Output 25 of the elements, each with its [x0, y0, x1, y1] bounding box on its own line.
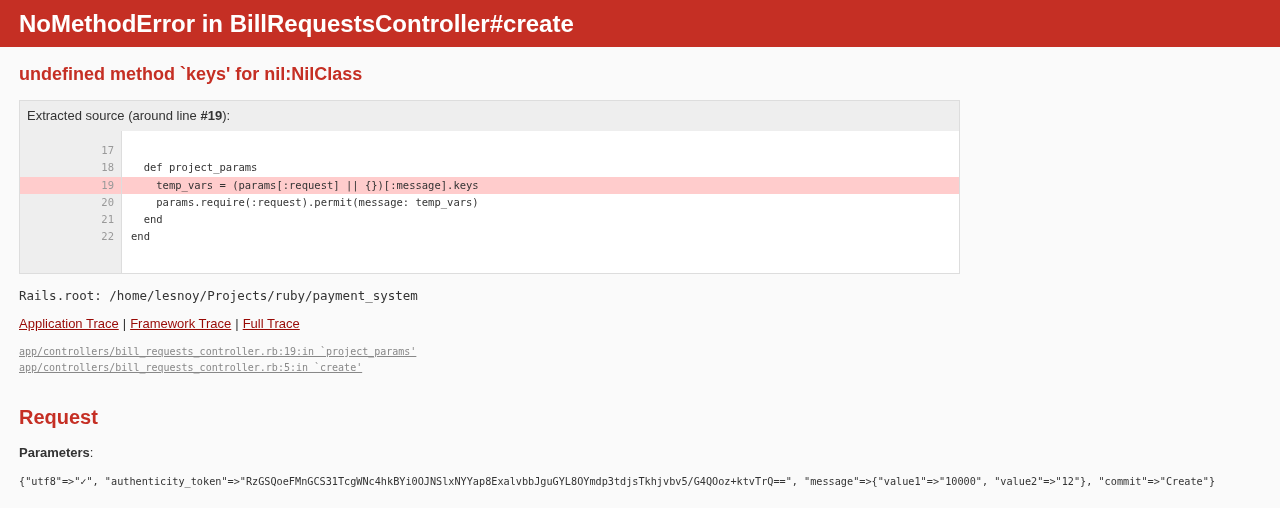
code-line: params.require(:request).permit(message: temp_vars) — [155, 194, 480, 211]
code-line: end — [130, 229, 151, 245]
error-message: undefined method `keys' for nil:NilClass — [19, 64, 364, 85]
trace-link[interactable]: Full Trace — [242, 316, 300, 331]
link-separator: | — [122, 316, 127, 331]
line-number: 17 — [100, 143, 115, 158]
error-title: NoMethodError in BillRequestsController#create — [19, 9, 574, 38]
code-line: end — [142, 212, 164, 228]
trace-link[interactable]: Application Trace — [19, 316, 119, 331]
label-colon: : — [89, 445, 94, 460]
rails-root-path: Rails.root: /home/lesnoy/Projects/ruby/payment_system — [19, 288, 419, 303]
line-number: 22 — [100, 229, 115, 245]
line-number: 19 — [20, 176, 121, 194]
trace-line-link[interactable]: app/controllers/bill_requests_controller.rb:5:in `create' — [19, 360, 363, 376]
link-separator: | — [235, 316, 239, 331]
line-number: 18 — [100, 160, 115, 176]
code-line: def project_params — [142, 160, 259, 176]
trace-link[interactable]: Framework Trace — [130, 316, 232, 331]
trace-line-link[interactable]: app/controllers/bill_requests_controller.rb:19:in `project_params' — [19, 344, 417, 360]
parameters-label: Parameters — [19, 445, 90, 460]
request-heading: Request — [19, 406, 99, 429]
line-number: 21 — [100, 212, 115, 228]
line-number: 20 — [100, 194, 115, 210]
source-caption: Extracted source (around line #19): — [26, 107, 232, 125]
parameters-dump: {"utf8"=>"✓", "authenticity_token"=>"RzGSQoeFMnGCS31TcgWNc4hkBYi0OJNSlxNYYap8ExalvbbJguGYL8OYmdp3tdjsTkhjvbv5/G4QOoz+ktvTrQ==", "message"=>{"value1"=>"10000", "value2"=>"12"}, "commit"=>"Create"} — [19, 476, 1216, 487]
